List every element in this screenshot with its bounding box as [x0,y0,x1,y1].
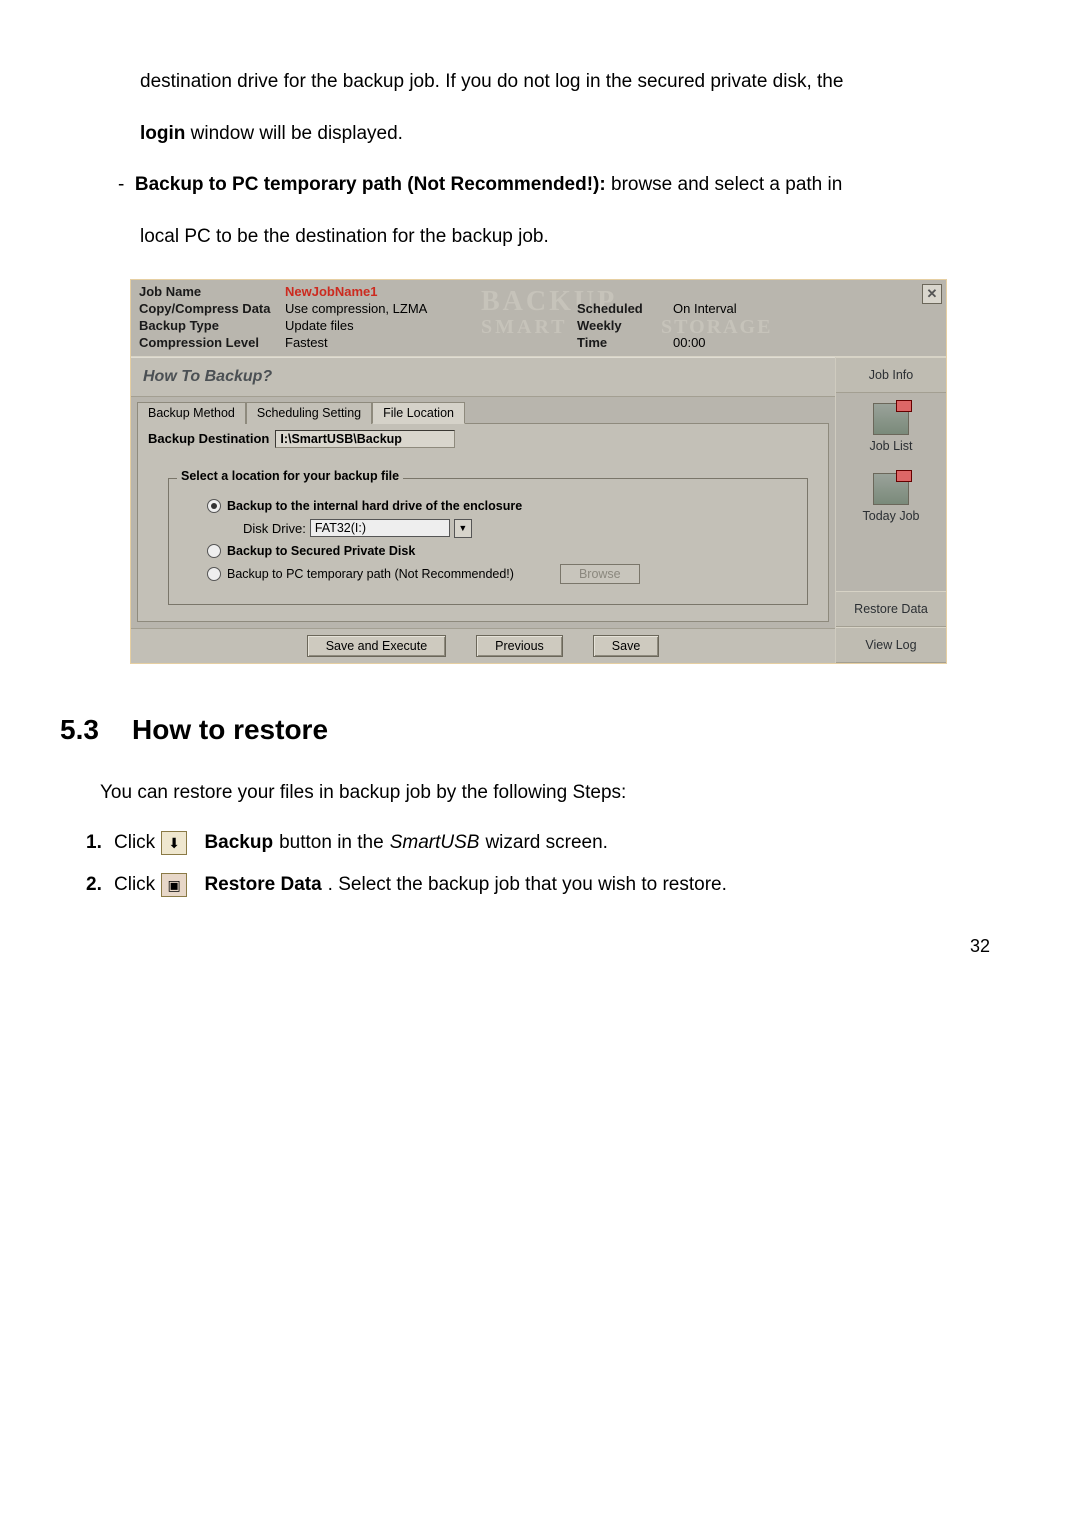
step-2-number: 2. [86,864,108,906]
sidebar-item-restore-data[interactable]: Restore Data [836,591,946,627]
disk-drive-value: FAT32(I:) [315,521,366,535]
backup-arrow-icon: ⬇ [161,831,187,855]
radio-option-pc-temp[interactable]: Backup to PC temporary path (Not Recomme… [207,564,793,584]
login-rest: window will be displayed. [185,123,403,144]
radio-label-secured: Backup to Secured Private Disk [227,544,415,558]
tab-strip: Backup Method Scheduling Setting File Lo… [131,397,835,423]
step-1-text-c: wizard screen. [485,822,608,864]
page-number: 32 [80,936,990,957]
step-1-text-a: Click [114,822,155,864]
tab-backup-method[interactable]: Backup Method [137,402,246,424]
weekly-label: Weekly [577,318,667,333]
radio-option-internal-drive[interactable]: Backup to the internal hard drive of the… [207,499,793,513]
backup-type-label: Backup Type [139,318,279,333]
backup-type-value: Update files [285,318,505,333]
copy-compress-label: Copy/Compress Data [139,301,279,316]
step-2-restore-bold: Restore Data [204,864,321,906]
compression-level-label: Compression Level [139,335,279,350]
time-label: Time [577,335,667,350]
bullet-bold: Backup to PC temporary path (Not Recomme… [135,174,606,195]
today-job-icon [873,473,909,505]
browse-button: Browse [560,564,640,584]
radio-dot-icon [207,544,221,558]
wizard-sidebar: Job Info Job List Today Job Restore Data… [836,357,946,663]
restore-intro: You can restore your files in backup job… [100,771,1000,815]
tab-file-location[interactable]: File Location [372,402,465,424]
location-groupbox: Select a location for your backup file B… [168,478,808,605]
backup-wizard-window: BACKUP SMART STORAGE ✕ Job Name NewJobNa… [130,279,947,664]
disk-drive-dropdown[interactable]: FAT32(I:) [310,519,450,537]
backup-destination-input[interactable]: I:\SmartUSB\Backup [275,430,455,448]
sidebar-label-today-job: Today Job [840,509,942,523]
step-1-text-b: button in the [279,822,384,864]
previous-button[interactable]: Previous [476,635,563,657]
paragraph-dest-drive: destination drive for the backup job. If… [140,60,1000,104]
bullet-backup-pc-temp: - Backup to PC temporary path (Not Recom… [118,163,1000,207]
step-1-number: 1. [86,822,108,864]
job-name-label: Job Name [139,284,279,299]
wizard-button-row: Save and Execute Previous Save [131,628,835,663]
radio-dot-selected-icon [207,499,221,513]
disk-drive-label: Disk Drive: [243,521,306,536]
scheduled-value: On Interval [673,301,793,316]
radio-label-internal: Backup to the internal hard drive of the… [227,499,522,513]
group-legend: Select a location for your backup file [177,469,403,483]
step-1-smartusb-ital: SmartUSB [390,822,480,864]
sidebar-item-job-info[interactable]: Job Info [836,357,946,393]
step-1: 1. Click ⬇ Backup button in the SmartUSB… [86,822,1000,864]
sidebar-item-job-list[interactable]: Job List [836,393,946,463]
tab-panel-file-location: Backup Destination I:\SmartUSB\Backup Se… [137,423,829,622]
save-and-execute-button[interactable]: Save and Execute [307,635,446,657]
time-value: 00:00 [673,335,793,350]
radio-dot-icon [207,567,221,581]
bullet-dash: - [118,174,124,195]
tab-scheduling-setting[interactable]: Scheduling Setting [246,402,372,424]
sidebar-item-view-log[interactable]: View Log [836,627,946,663]
bullet-line2: local PC to be the destination for the b… [140,215,1000,259]
sidebar-label-job-list: Job List [840,439,942,453]
chevron-down-icon[interactable]: ▼ [454,519,472,538]
section-title-how-to-backup: How To Backup? [131,357,835,397]
copy-compress-value: Use compression, LZMA [285,301,505,316]
restore-box-icon: ▣ [161,873,187,897]
radio-label-pc-temp: Backup to PC temporary path (Not Recomme… [227,567,514,581]
radio-option-secured-private[interactable]: Backup to Secured Private Disk [207,544,793,558]
heading-number: 5.3 [60,714,132,746]
bullet-rest: browse and select a path in [606,174,843,195]
step-2: 2. Click ▣ Restore Data . Select the bac… [86,864,1000,906]
backup-destination-label: Backup Destination [148,431,269,446]
login-bold: login [140,123,185,144]
sidebar-item-today-job[interactable]: Today Job [836,463,946,533]
paragraph-login-window: login window will be displayed. [140,112,1000,156]
scheduled-label: Scheduled [577,301,667,316]
window-header: BACKUP SMART STORAGE ✕ Job Name NewJobNa… [131,280,946,357]
job-name-value: NewJobName1 [285,284,505,299]
heading-title: How to restore [132,714,328,746]
save-button[interactable]: Save [593,635,660,657]
step-2-text-b: . Select the backup job that you wish to… [328,864,727,906]
step-1-backup-bold: Backup [204,822,273,864]
job-list-icon [873,403,909,435]
step-2-text-a: Click [114,864,155,906]
compression-level-value: Fastest [285,335,505,350]
